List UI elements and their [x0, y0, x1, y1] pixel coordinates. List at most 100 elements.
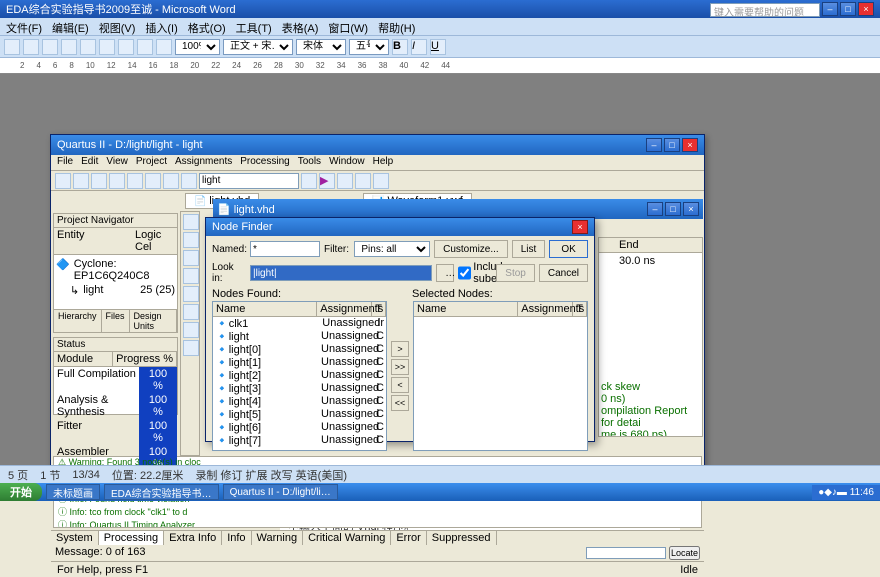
cut-icon[interactable] — [80, 39, 96, 55]
fontsize-select[interactable]: 五号 — [349, 39, 389, 55]
q-copy-icon[interactable] — [145, 173, 161, 189]
tab-files[interactable]: Files — [102, 310, 130, 332]
msgtab-info[interactable]: Info — [222, 531, 251, 545]
msgtab-error[interactable]: Error — [391, 531, 426, 545]
menu-window[interactable]: 窗口(W) — [328, 20, 368, 33]
q-cut-icon[interactable] — [127, 173, 143, 189]
msgtab-warning[interactable]: Warning — [252, 531, 304, 545]
qmenu-edit[interactable]: Edit — [81, 156, 98, 169]
help-search-input[interactable]: 键入需要帮助的问题 — [710, 3, 820, 17]
qmenu-processing[interactable]: Processing — [240, 156, 289, 169]
zoom-select[interactable]: 100% — [175, 39, 220, 55]
q-paste-icon[interactable] — [163, 173, 179, 189]
qmenu-file[interactable]: File — [57, 156, 73, 169]
redo-icon[interactable] — [156, 39, 172, 55]
q-report-icon[interactable] — [355, 173, 371, 189]
quartus-close-icon[interactable]: × — [682, 138, 698, 152]
italic-icon[interactable]: I — [411, 39, 427, 55]
print-icon[interactable] — [61, 39, 77, 55]
start-button[interactable]: 开始 — [0, 483, 42, 501]
ok-button[interactable]: OK — [549, 240, 588, 258]
taskbar-item[interactable]: 未标题画 — [46, 484, 100, 500]
msg-line[interactable]: ⓘ Info: tco from clock "clk1" to d — [54, 505, 701, 518]
save-icon[interactable] — [42, 39, 58, 55]
removeall-button[interactable]: << — [391, 395, 409, 411]
word-min-icon[interactable]: – — [822, 2, 838, 16]
locate-input[interactable] — [586, 547, 666, 559]
q-compile-icon[interactable]: ▶ — [319, 173, 335, 189]
menu-table[interactable]: 表格(A) — [282, 20, 319, 33]
msgtab-processing[interactable]: Processing — [99, 531, 164, 545]
tool-icon[interactable] — [183, 322, 199, 338]
lightvhd-window-titlebar[interactable]: 📄 light.vhd – □ × — [213, 199, 703, 219]
tab-designunits[interactable]: Design Units — [130, 310, 177, 332]
qmenu-view[interactable]: View — [106, 156, 128, 169]
tab-hierarchy[interactable]: Hierarchy — [54, 310, 102, 332]
undo-icon[interactable] — [137, 39, 153, 55]
msgtab-extrainfo[interactable]: Extra Info — [164, 531, 222, 545]
new-icon[interactable] — [4, 39, 20, 55]
menu-format[interactable]: 格式(O) — [188, 20, 226, 33]
msgtab-critical[interactable]: Critical Warning — [303, 531, 391, 545]
qmenu-help[interactable]: Help — [373, 156, 394, 169]
nodefinder-titlebar[interactable]: Node Finder × — [206, 218, 594, 236]
include-sub-checkbox[interactable] — [458, 265, 471, 281]
remove-button[interactable]: < — [391, 377, 409, 393]
tool-icon[interactable] — [183, 232, 199, 248]
lightvhd-max-icon[interactable]: □ — [665, 202, 681, 216]
msgtab-system[interactable]: System — [51, 531, 99, 545]
msg-line[interactable]: ⓘ Info: Quartus II Timing Analyzer — [54, 518, 701, 528]
menu-insert[interactable]: 插入(I) — [145, 20, 177, 33]
customize-button[interactable]: Customize... — [434, 240, 508, 258]
menu-edit[interactable]: 编辑(E) — [52, 20, 89, 33]
qmenu-project[interactable]: Project — [136, 156, 167, 169]
msgtab-suppressed[interactable]: Suppressed — [427, 531, 497, 545]
word-close-icon[interactable]: × — [858, 2, 874, 16]
q-new-icon[interactable] — [55, 173, 71, 189]
word-max-icon[interactable]: □ — [840, 2, 856, 16]
q-save-icon[interactable] — [91, 173, 107, 189]
menu-tools[interactable]: 工具(T) — [236, 20, 272, 33]
copy-icon[interactable] — [99, 39, 115, 55]
tool-icon[interactable] — [183, 214, 199, 230]
paste-icon[interactable] — [118, 39, 134, 55]
locate-button[interactable]: Locate — [669, 546, 700, 560]
q-entity-select[interactable] — [199, 173, 299, 189]
underline-icon[interactable]: U — [430, 39, 446, 55]
bold-icon[interactable]: B — [392, 39, 408, 55]
q-open-icon[interactable] — [73, 173, 89, 189]
tool-icon[interactable] — [183, 268, 199, 284]
filter-select[interactable]: Pins: all — [354, 241, 430, 257]
qmenu-assignments[interactable]: Assignments — [175, 156, 232, 169]
lightvhd-close-icon[interactable]: × — [683, 202, 699, 216]
tool-icon[interactable] — [183, 304, 199, 320]
nodes-found-list[interactable]: NameAssignmentsT 🔹clk1UnassignedIr 🔹ligh… — [212, 301, 387, 451]
named-input[interactable] — [250, 241, 320, 257]
q-undo-icon[interactable] — [181, 173, 197, 189]
quartus-titlebar[interactable]: Quartus II - D:/light/light - light – □ … — [51, 135, 704, 155]
tool-icon[interactable] — [183, 286, 199, 302]
style-select[interactable]: 正文 + 宋… — [223, 39, 293, 55]
q-print-icon[interactable] — [109, 173, 125, 189]
open-icon[interactable] — [23, 39, 39, 55]
menu-help[interactable]: 帮助(H) — [378, 20, 415, 33]
nodefinder-close-icon[interactable]: × — [572, 220, 588, 234]
addall-button[interactable]: >> — [391, 359, 409, 375]
quartus-max-icon[interactable]: □ — [664, 138, 680, 152]
browse-button[interactable]: … — [436, 264, 454, 282]
qmenu-window[interactable]: Window — [329, 156, 365, 169]
taskbar-item[interactable]: Quartus II - D:/light/li… — [223, 484, 338, 500]
selected-nodes-list[interactable]: NameAssignmentsT — [413, 301, 588, 451]
q-timing-icon[interactable] — [337, 173, 353, 189]
font-select[interactable]: 宋体 — [296, 39, 346, 55]
tool-icon[interactable] — [183, 340, 199, 356]
q-settings-icon[interactable] — [301, 173, 317, 189]
lookin-input[interactable] — [250, 265, 432, 281]
q-chip-icon[interactable] — [373, 173, 389, 189]
add-button[interactable]: > — [391, 341, 409, 357]
system-tray[interactable]: ●◆♪▬ 11:46 — [812, 485, 880, 500]
quartus-min-icon[interactable]: – — [646, 138, 662, 152]
taskbar-item[interactable]: EDA综合实验指导书… — [104, 484, 219, 500]
cancel-button[interactable]: Cancel — [539, 264, 588, 282]
lightvhd-min-icon[interactable]: – — [647, 202, 663, 216]
